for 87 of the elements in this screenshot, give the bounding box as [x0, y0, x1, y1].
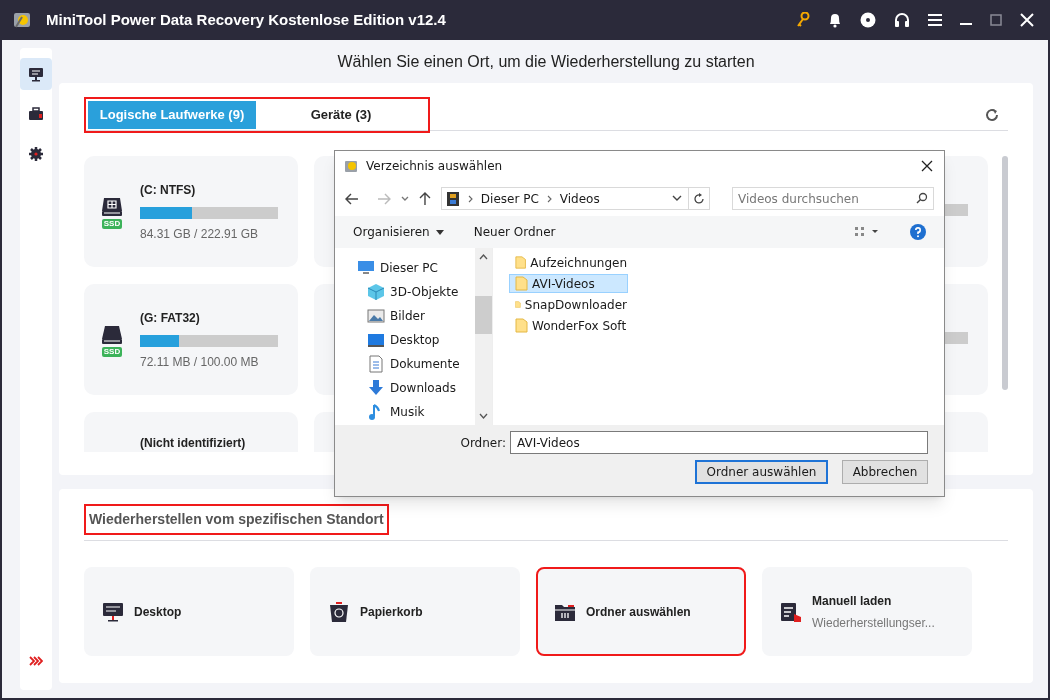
page-heading: Wählen Sie einen Ort, um die Wiederherstellung zu starten	[336, 51, 756, 72]
folder-icon	[515, 255, 527, 270]
drive-card[interactable]: SSD (G: FAT32) 72.11 MB / 100.00 MB	[84, 284, 298, 395]
dialog-button[interactable]: Abbrechen	[842, 460, 928, 484]
tree-item[interactable]: Desktop	[390, 331, 440, 349]
new-folder-button[interactable]: Neuer Ordner	[473, 223, 556, 241]
document-icon	[780, 600, 802, 623]
folder-name-field[interactable]: AVI-Videos	[510, 431, 928, 454]
location-label: Ordner auswählen	[586, 603, 691, 621]
address-bar[interactable]: Dieser PC Videos	[440, 187, 710, 210]
folder-icon	[515, 318, 528, 333]
location-subtitle: Wiederherstellungser...	[812, 614, 935, 632]
section-title: Wiederherstellen vom spezifischen Standort	[84, 504, 389, 535]
tree-item[interactable]: Musik	[390, 403, 425, 421]
monitor-icon	[102, 600, 124, 623]
tree-item[interactable]: Downloads	[390, 379, 456, 397]
drive-name: (C: NTFS)	[140, 181, 197, 199]
location-card[interactable]: Manuell laden Wiederherstellungser...	[762, 567, 972, 656]
tree-item[interactable]: Bilder	[390, 307, 425, 325]
cube-icon	[367, 283, 385, 301]
folder-item[interactable]: Aufzeichnungen	[509, 253, 628, 272]
organize-button[interactable]: Organisieren	[353, 223, 444, 241]
path-segment[interactable]: Dieser PC	[480, 189, 539, 208]
drive-usage: 84.31 GB / 222.91 GB	[140, 225, 260, 243]
scroll-up-icon[interactable]	[479, 254, 488, 260]
sidebar-item[interactable]	[20, 58, 52, 90]
chevron-right-icon	[546, 194, 552, 203]
folder-icon	[515, 276, 528, 291]
folder-item[interactable]: WonderFox Soft	[509, 316, 628, 335]
view-options-icon[interactable]	[854, 226, 880, 238]
chevron-down-icon[interactable]	[400, 195, 409, 202]
drive-card[interactable]: (Nicht identifiziert)	[84, 412, 298, 452]
search-field[interactable]: Videos durchsuchen	[732, 187, 934, 210]
refresh-icon[interactable]	[984, 106, 1000, 123]
bell-icon[interactable]	[828, 12, 842, 28]
download-arrow-icon	[367, 379, 385, 397]
app-logo-icon	[344, 158, 360, 174]
drive-usage: 72.11 MB / 100.00 MB	[140, 353, 260, 371]
scroll-down-icon[interactable]	[479, 413, 488, 419]
headset-icon[interactable]	[894, 12, 910, 28]
dialog-title: Verzeichnis auswählen	[366, 158, 503, 175]
menu-icon[interactable]	[928, 14, 942, 26]
folder-item[interactable]: SnapDownloader	[509, 295, 628, 314]
chevron-down-icon[interactable]	[672, 195, 682, 202]
film-icon	[445, 190, 460, 207]
drive-name: (G: FAT32)	[140, 309, 201, 327]
tree-scrollbar[interactable]	[475, 248, 492, 425]
recycle-bin-icon	[328, 600, 350, 623]
maximize-icon[interactable]	[990, 14, 1002, 26]
drive-name: (Nicht identifiziert)	[140, 435, 246, 452]
location-label: Papierkorb	[360, 603, 423, 621]
monitor-icon	[367, 331, 385, 349]
tree-item[interactable]: Dokumente	[390, 355, 460, 373]
search-icon	[916, 192, 928, 204]
monitor-icon	[28, 66, 44, 82]
picture-icon	[367, 307, 385, 325]
scrollbar[interactable]	[1002, 156, 1008, 390]
key-icon[interactable]	[796, 12, 810, 28]
drive-card[interactable]: SSD (C: NTFS) 84.31 GB / 222.91 GB	[84, 156, 298, 267]
window-title: MiniTool Power Data Recovery Kostenlose Edition v12.4	[46, 9, 446, 30]
location-card[interactable]: Ordner auswählen	[536, 567, 746, 656]
path-segment[interactable]: Videos	[559, 189, 600, 208]
ssd-badge: SSD	[101, 218, 123, 229]
location-card[interactable]: Papierkorb	[310, 567, 520, 656]
ssd-badge: SSD	[101, 346, 123, 357]
document-icon	[367, 355, 385, 373]
up-arrow-icon[interactable]	[418, 191, 431, 206]
folder-label: Ordner:	[460, 434, 506, 452]
tree-item[interactable]: Dieser PC	[380, 259, 438, 277]
folder-item[interactable]: AVI-Videos	[509, 274, 628, 293]
caret-down-icon	[435, 229, 444, 235]
close-icon[interactable]	[921, 160, 933, 172]
location-label: Desktop	[134, 603, 182, 621]
expand-icon[interactable]	[29, 656, 43, 666]
settings-icon	[28, 146, 44, 162]
refresh-icon[interactable]	[693, 192, 705, 205]
scroll-thumb[interactable]	[475, 296, 492, 334]
disc-icon[interactable]	[860, 12, 876, 28]
tree-item[interactable]: 3D-Objekte	[390, 283, 459, 301]
help-icon[interactable]	[910, 224, 926, 240]
location-card[interactable]: Desktop	[84, 567, 294, 656]
toolbox-icon	[28, 106, 44, 122]
dialog-button[interactable]: Ordner auswählen	[695, 460, 828, 484]
chevron-right-icon	[467, 194, 473, 203]
monitor-icon	[357, 259, 375, 277]
location-label: Manuell laden	[812, 592, 893, 610]
back-arrow-icon[interactable]	[345, 192, 359, 205]
